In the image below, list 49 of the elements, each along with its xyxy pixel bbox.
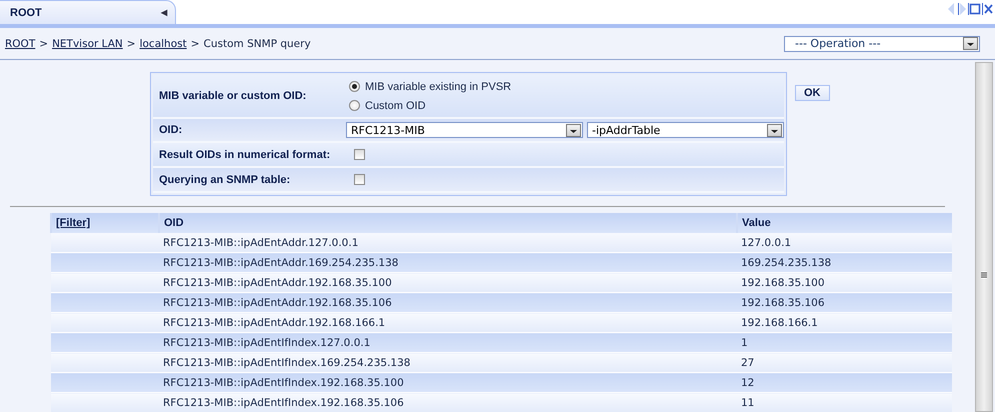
column-header[interactable]: Value [737, 213, 952, 233]
field-label: Querying an SNMP table: [158, 174, 292, 186]
table-cell: 192.168.35.100 [737, 272, 952, 292]
radio-button[interactable] [349, 81, 360, 92]
table-cell: RFC1213-MIB::ipAdEntIfIndex.169.254.235.138 [159, 352, 737, 372]
table-cell: 11 [737, 392, 952, 412]
column-header[interactable]: OID [159, 213, 737, 233]
radio-label: MIB variable existing in PVSR [365, 80, 512, 92]
table-cell: 169.254.235.138 [737, 252, 952, 272]
oid-dropdown[interactable]: -ipAddrTable [587, 122, 784, 138]
breadcrumb-link[interactable]: NETvisor LAN [52, 38, 123, 50]
checkbox[interactable] [354, 174, 365, 185]
breadcrumb-separator: > [39, 38, 48, 50]
root-tab[interactable]: ROOT ◀ [0, 0, 176, 24]
table-cell: RFC1213-MIB::ipAdEntAddr.192.168.166.1 [159, 312, 737, 332]
close-icon[interactable] [982, 2, 993, 16]
table-cell: RFC1213-MIB::ipAdEntAddr.169.254.235.138 [159, 252, 737, 272]
maximize-icon[interactable] [968, 2, 981, 16]
breadcrumb-current: Custom SNMP query [204, 38, 311, 50]
table-cell: 12 [737, 372, 952, 392]
ok-button[interactable]: OK [795, 85, 830, 101]
radio-label: Custom OID [365, 100, 426, 112]
radio-button[interactable] [349, 100, 360, 111]
breadcrumb-separator: > [190, 38, 200, 50]
grip-icon[interactable] [980, 272, 988, 278]
filter-link[interactable]: [Filter] [56, 217, 90, 229]
table-cell: RFC1213-MIB::ipAdEntIfIndex.192.168.35.100 [159, 372, 737, 392]
oid-dropdown[interactable]: RFC1213-MIB [346, 122, 583, 138]
table-cell: RFC1213-MIB::ipAdEntIfIndex.127.0.0.1 [159, 332, 737, 352]
breadcrumb-link[interactable]: localhost [140, 38, 187, 50]
vertical-scrollbar[interactable] [975, 62, 993, 412]
table-cell: 192.168.166.1 [737, 312, 952, 332]
next-icon[interactable] [957, 2, 967, 16]
table-cell: RFC1213-MIB::ipAdEntIfIndex.192.168.35.106 [159, 392, 737, 412]
table-cell: 27 [737, 352, 952, 372]
collapse-button[interactable]: ◀ [161, 8, 167, 17]
table-cell: RFC1213-MIB::ipAdEntAddr.192.168.35.106 [159, 292, 737, 312]
table-cell: RFC1213-MIB::ipAdEntAddr.192.168.35.100 [159, 272, 737, 292]
table-cell: 192.168.35.106 [737, 292, 952, 312]
field-label: Result OIDs in numerical format: [158, 148, 332, 160]
breadcrumb-link[interactable]: ROOT [5, 38, 36, 50]
breadcrumb-separator: > [126, 38, 136, 50]
field-label: OID: [158, 124, 184, 136]
operation-dropdown[interactable]: --- Operation --- [784, 36, 980, 52]
table-cell: 127.0.0.1 [737, 233, 952, 252]
field-label: MIB variable or custom OID: [158, 90, 308, 102]
checkbox[interactable] [354, 149, 365, 160]
table-cell: RFC1213-MIB::ipAdEntAddr.127.0.0.1 [159, 233, 737, 252]
table-cell: 1 [737, 332, 952, 352]
